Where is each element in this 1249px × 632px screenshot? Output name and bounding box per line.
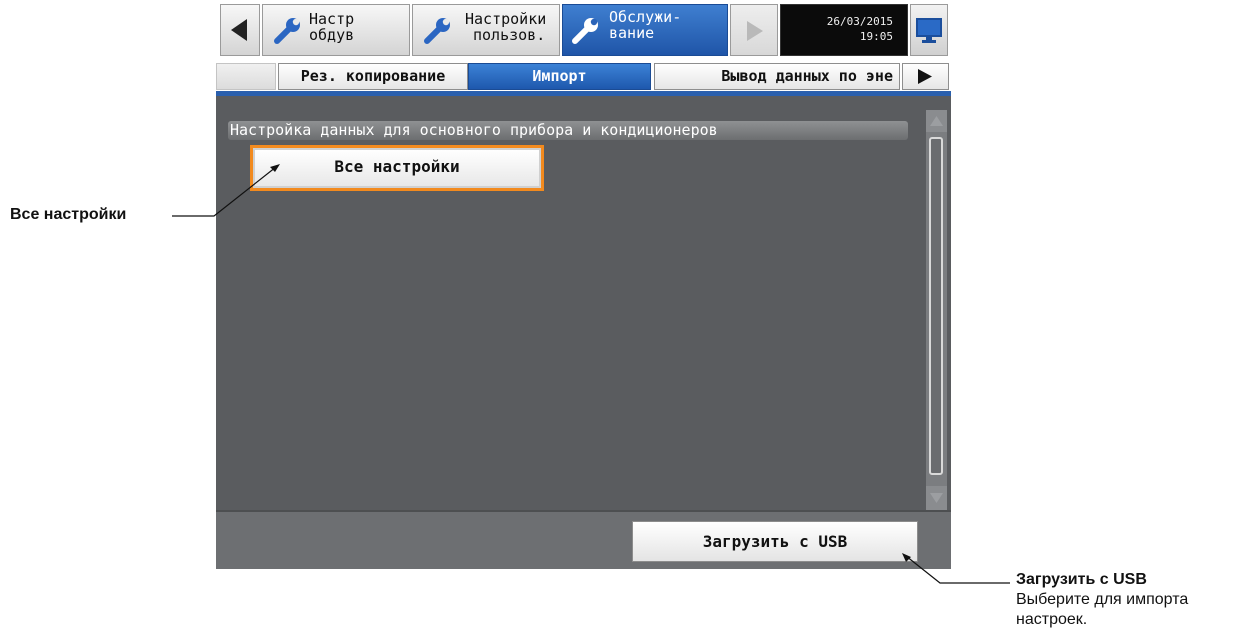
callout-load-usb-desc-1: Выберите для импорта (1016, 591, 1189, 608)
callout-load-usb-desc-2: настроек. (1016, 611, 1088, 628)
callout-lines (172, 164, 1010, 584)
callout-line-all-settings (172, 166, 277, 217)
callout-load-usb-title: Загрузить с USB (1016, 571, 1147, 588)
callout-arrowhead (902, 553, 911, 562)
callout-line-load-usb (905, 555, 1010, 584)
callout-all-settings: Все настройки (10, 206, 127, 223)
